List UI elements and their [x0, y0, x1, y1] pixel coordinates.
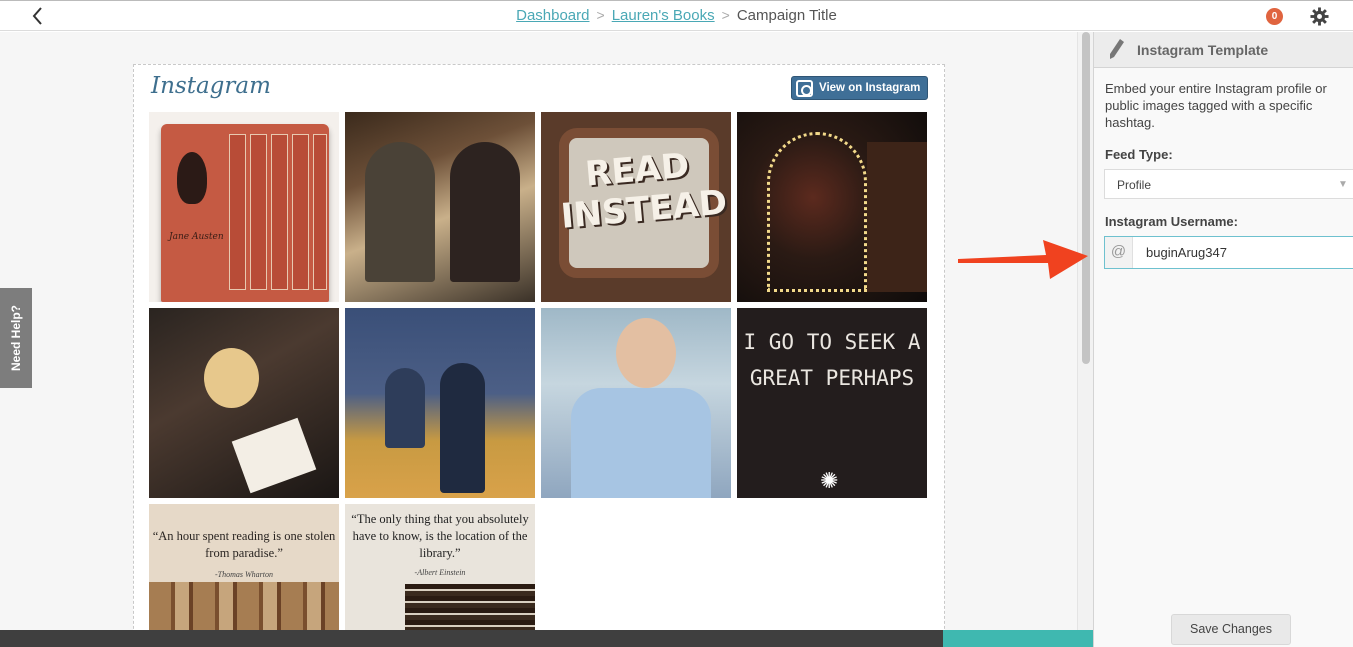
panel-title: Instagram Template [1137, 42, 1269, 58]
book-pages [149, 582, 339, 630]
panel-header: Instagram Template [1094, 32, 1353, 68]
feed-photo-bookstore-counter[interactable] [345, 308, 535, 498]
feed-photo-jane-austen-box-set[interactable]: Jane Austen [149, 112, 339, 302]
book-spine [229, 134, 246, 290]
feed-photo-read-instead[interactable]: READ INSTEAD [541, 112, 731, 302]
gear-icon[interactable] [1310, 7, 1329, 26]
breadcrumb-separator: > [596, 7, 605, 23]
feed-photo-great-perhaps-quote[interactable]: I GO TO SEEK A GREAT PERHAPS ✺ [737, 308, 927, 498]
feed-type-value: Profile [1117, 178, 1152, 192]
preview-canvas: Need Help? Instagram View on Instagram J… [0, 32, 1093, 630]
bottom-notice-bar [0, 630, 943, 647]
annotation-arrow-icon [958, 240, 1088, 279]
dropdown-arrow-icon: ▼ [1338, 179, 1348, 190]
feed-photo-author-signing[interactable] [149, 308, 339, 498]
shop-window [867, 142, 927, 292]
starburst-icon: ✺ [820, 468, 839, 493]
notification-badge[interactable]: 0 [1266, 8, 1283, 25]
person-silhouette [385, 368, 425, 448]
breadcrumb-separator: > [721, 7, 730, 23]
person-silhouette [365, 142, 435, 282]
feed-photo-einstein-quote[interactable]: “The only thing that you absolutely have… [345, 504, 535, 630]
at-sign-icon: @ [1105, 237, 1133, 268]
pencil-icon [1110, 39, 1124, 59]
instagram-username-input[interactable]: @ buginArug347 [1104, 236, 1353, 269]
book-spine [250, 134, 267, 290]
signature-text: Jane Austen [169, 232, 224, 242]
instagram-username-label: Instagram Username: [1105, 214, 1238, 229]
breadcrumb-dashboard[interactable]: Dashboard [516, 7, 589, 24]
quote-author: -Albert Einstein [414, 568, 466, 577]
book-spine [292, 134, 309, 290]
feed-photo-bookstore-storefront[interactable] [737, 112, 927, 302]
book-stack [405, 584, 535, 630]
book [231, 417, 317, 494]
person-head [616, 318, 676, 388]
great-perhaps-text: I GO TO SEEK A GREAT PERHAPS [743, 330, 921, 390]
top-bar: Dashboard > Lauren's Books > Campaign Title … [0, 0, 1353, 31]
view-on-instagram-button[interactable]: View on Instagram [791, 76, 928, 100]
feed-type-label: Feed Type: [1105, 147, 1173, 162]
person-silhouette [440, 363, 485, 493]
silhouette-portrait [177, 152, 207, 204]
save-changes-button[interactable]: Save Changes [1171, 614, 1291, 645]
breadcrumb: Dashboard > Lauren's Books > Campaign Title [0, 7, 1353, 24]
breadcrumb-current: Campaign Title [736, 7, 837, 24]
panel-description: Embed your entire Instagram profile or p… [1105, 81, 1327, 130]
feed-type-select[interactable]: Profile ▼ [1104, 169, 1353, 199]
quote-text: “An hour spent reading is one stolen fro… [152, 529, 336, 560]
quote-text: “The only thing that you absolutely have… [351, 512, 529, 560]
username-value: buginArug347 [1146, 245, 1227, 260]
instagram-logo: Instagram [151, 73, 271, 99]
breadcrumb-laurens-books[interactable]: Lauren's Books [612, 7, 715, 24]
holiday-lights [767, 132, 867, 292]
need-help-tab[interactable]: Need Help? [0, 288, 32, 388]
book-spine [313, 134, 327, 290]
read-instead-text: READ INSTEAD [559, 145, 729, 237]
bottom-notice-action[interactable] [943, 630, 1093, 647]
scrollbar-thumb[interactable] [1082, 32, 1090, 364]
book-spine [271, 134, 288, 290]
feed-photo-bookstore-couple[interactable] [345, 112, 535, 302]
feed-photo-author-smiling[interactable] [541, 308, 731, 498]
need-help-label: Need Help? [9, 304, 23, 372]
shirt [571, 388, 711, 498]
person-silhouette [450, 142, 520, 282]
quote-author: -Thomas Wharton [214, 570, 273, 579]
instagram-feed-widget: Instagram View on Instagram Jane Austen … [133, 64, 945, 630]
feed-photo-wharton-quote[interactable]: “An hour spent reading is one stolen fro… [149, 504, 339, 630]
instagram-camera-icon [796, 80, 813, 97]
template-settings-panel: Instagram Template Embed your entire Ins… [1093, 32, 1353, 647]
view-on-instagram-label: View on Instagram [819, 82, 921, 94]
person-head [204, 348, 259, 408]
